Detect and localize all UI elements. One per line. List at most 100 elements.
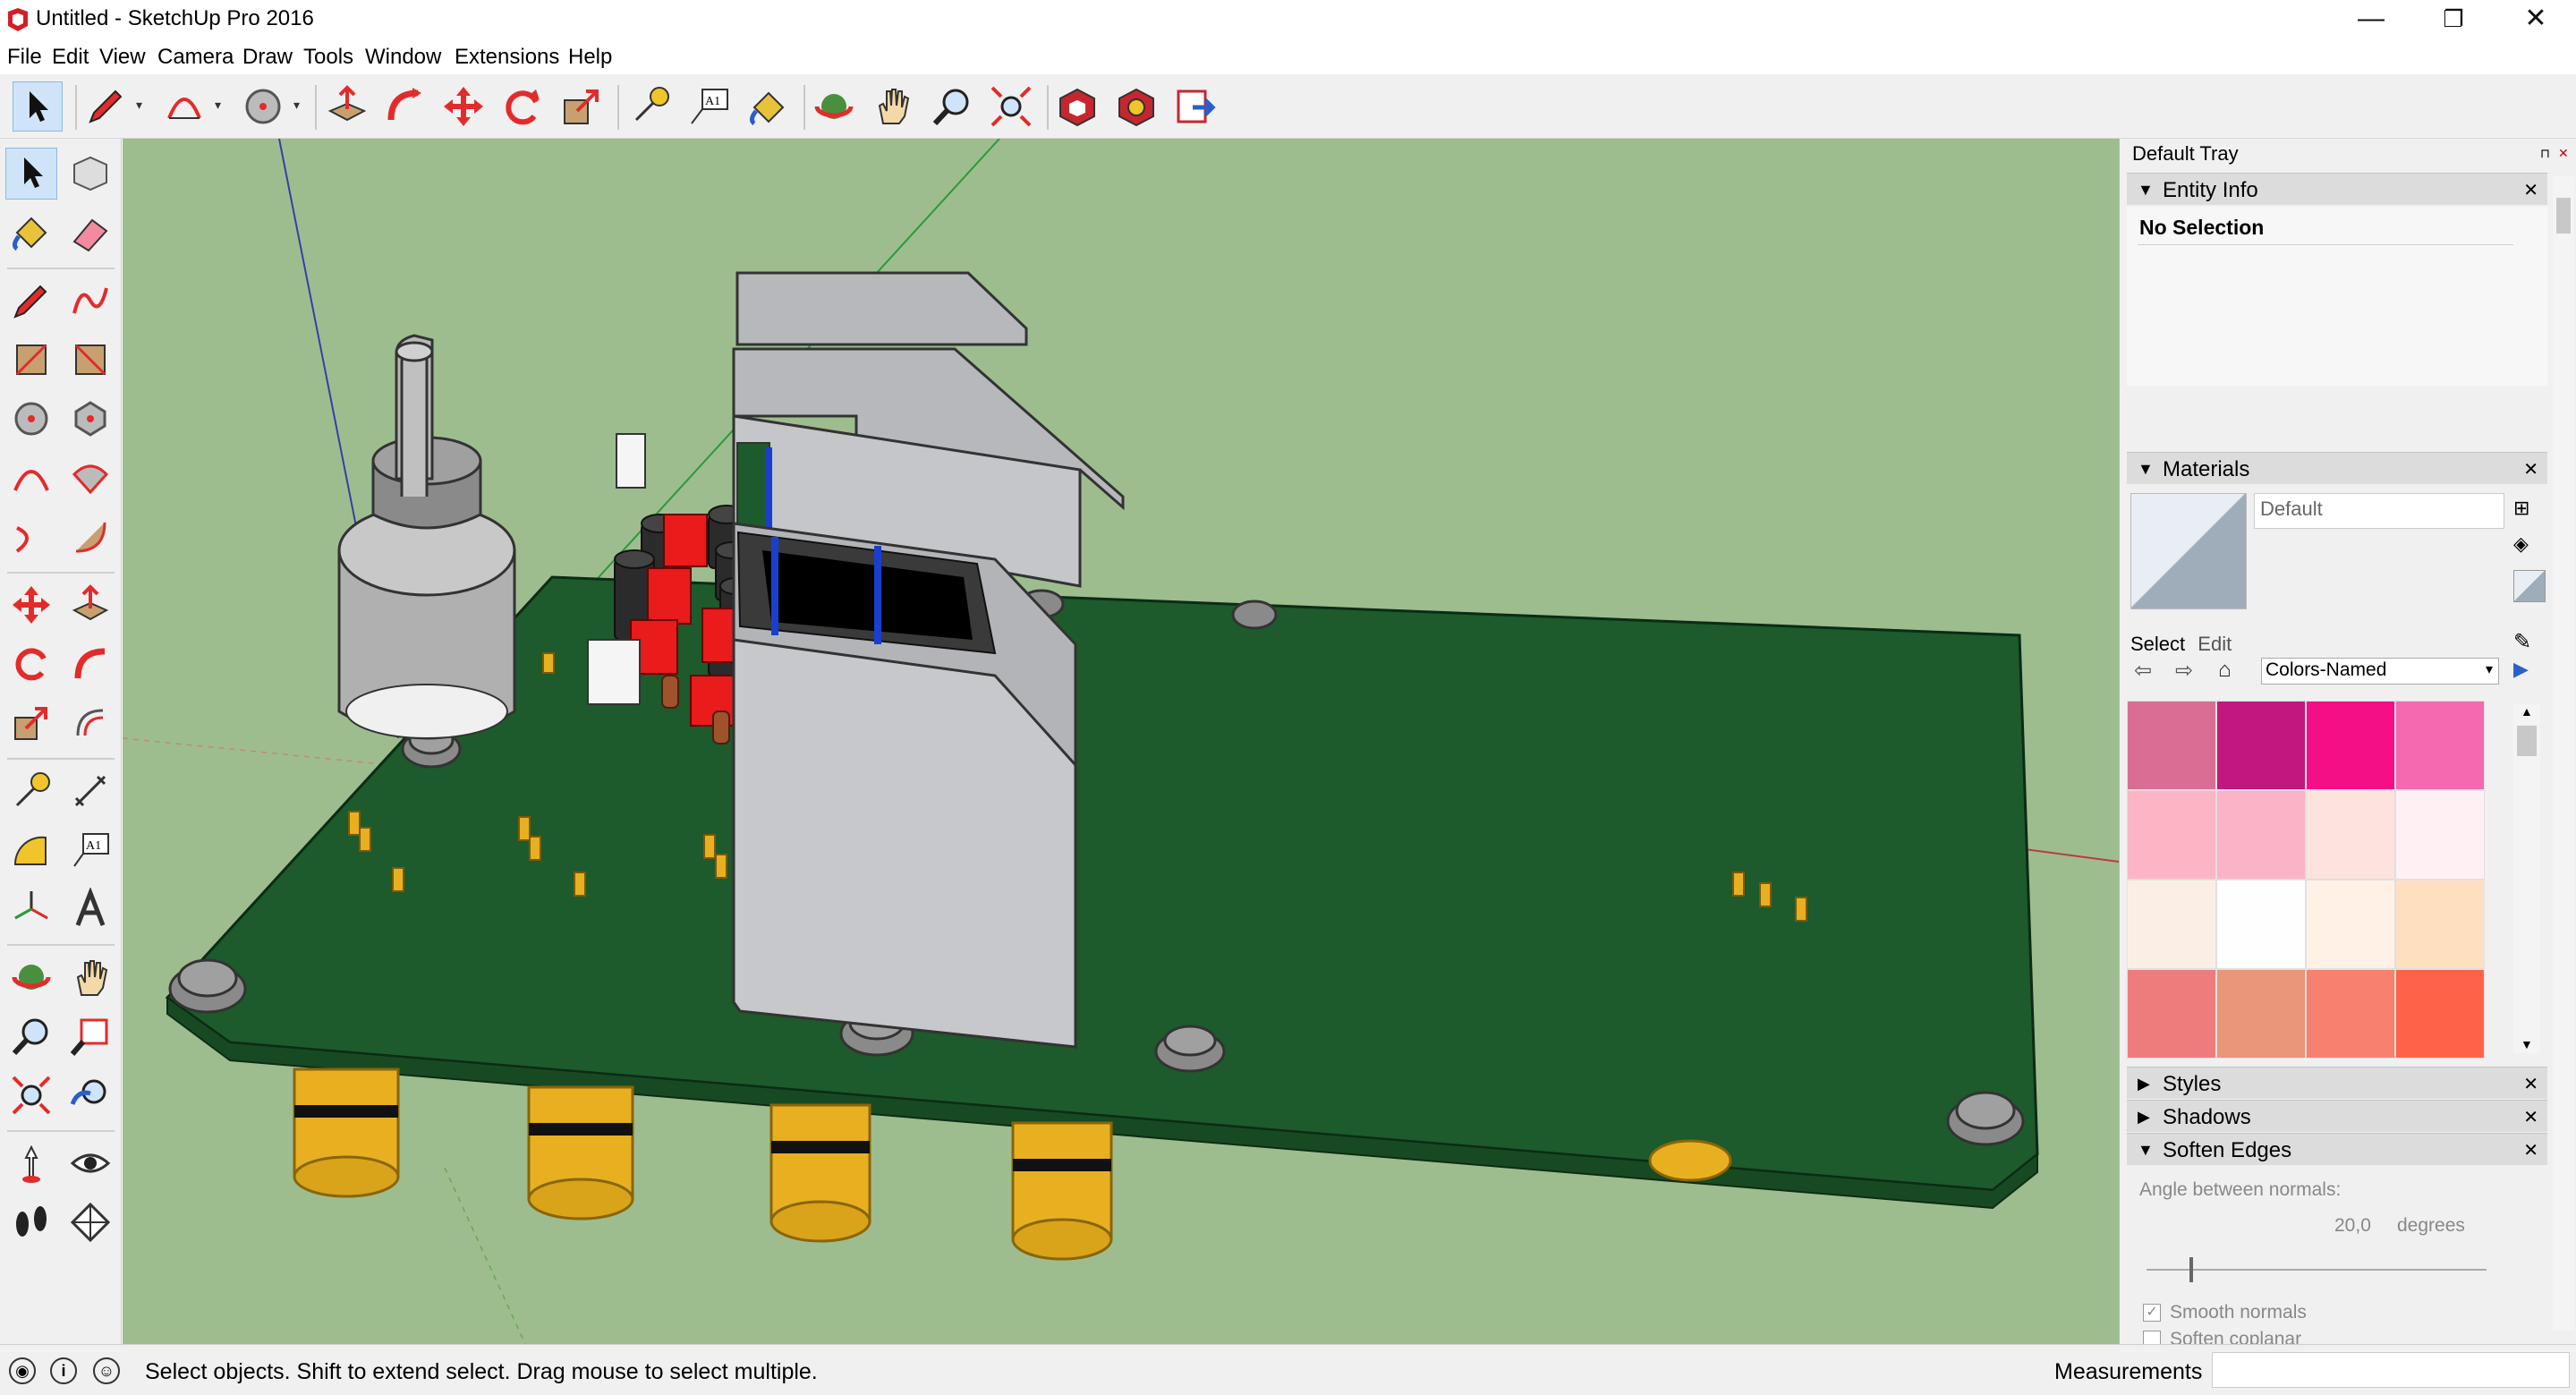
axes-tool-button[interactable] (5, 883, 57, 935)
measurements-input[interactable] (2212, 1352, 2570, 1388)
text-tool-button[interactable]: A1 (64, 824, 116, 876)
tape-measure-tool-button[interactable] (625, 81, 675, 132)
material-name-field[interactable]: Default (2254, 493, 2504, 529)
follow-me-tool-button[interactable] (379, 81, 429, 132)
material-swatch[interactable] (2216, 969, 2306, 1059)
geo-location-icon[interactable]: ◉ (9, 1357, 36, 1384)
home-icon[interactable]: ⌂ (2218, 658, 2232, 683)
select-tool-button[interactable] (13, 81, 63, 132)
text-tool-button[interactable]: A1 (684, 81, 734, 132)
extension-warehouse-button[interactable] (1111, 81, 1161, 132)
orbit-tool-button[interactable] (809, 81, 859, 132)
pencil-tool-button[interactable] (81, 81, 131, 132)
default-material-icon[interactable] (2513, 570, 2546, 602)
entity-info-header[interactable]: ▼ Entity Info ✕ (2127, 173, 2547, 205)
material-swatch[interactable] (2127, 701, 2216, 790)
material-swatch[interactable] (2395, 790, 2485, 880)
close-button[interactable]: ✕ (2495, 0, 2576, 40)
offset-tool-button[interactable] (64, 697, 116, 749)
forward-arrow-icon[interactable]: ⇨ (2175, 658, 2193, 684)
material-swatch[interactable] (2395, 701, 2485, 790)
three-point-arc-tool-button[interactable] (64, 511, 116, 563)
rotated-rectangle-tool-button[interactable] (64, 334, 116, 386)
material-swatch[interactable] (2127, 790, 2216, 880)
menu-extensions[interactable]: Extensions (455, 45, 559, 70)
circle-tool-button[interactable] (5, 393, 57, 445)
circle-dropdown-icon[interactable]: ▾ (293, 98, 300, 113)
previous-view-tool-button[interactable] (64, 1069, 116, 1121)
scale-tool-button[interactable] (5, 697, 57, 749)
create-material-icon[interactable]: ⊞ (2513, 497, 2540, 523)
tray-scroll-thumb[interactable] (2556, 198, 2571, 234)
walk-tool-button[interactable] (5, 1196, 57, 1248)
menu-view[interactable]: View (99, 45, 146, 70)
arc-tool-button[interactable] (159, 81, 209, 132)
material-swatch[interactable] (2127, 880, 2216, 969)
tape-measure-tool-button[interactable] (5, 765, 57, 817)
tab-edit[interactable]: Edit (2198, 633, 2232, 655)
materials-close-icon[interactable]: ✕ (2523, 458, 2538, 481)
menu-draw[interactable]: Draw (242, 45, 293, 70)
paint-bucket-tool-button[interactable] (5, 207, 57, 259)
zoom-extents-tool-button[interactable] (986, 81, 1036, 132)
zoom-tool-button[interactable] (927, 81, 977, 132)
3d-text-tool-button[interactable] (64, 883, 116, 935)
material-swatch[interactable] (2306, 790, 2395, 880)
make-component-tool-button[interactable] (64, 148, 116, 200)
move-tool-button[interactable] (438, 81, 489, 132)
material-swatch[interactable] (2306, 969, 2395, 1059)
pie-tool-button[interactable] (64, 452, 116, 504)
shadows-close-icon[interactable]: ✕ (2523, 1106, 2538, 1128)
material-swatch[interactable] (2306, 880, 2395, 969)
rotate-tool-button[interactable] (497, 81, 548, 132)
two-point-arc-tool-button[interactable] (5, 511, 57, 563)
scale-tool-button[interactable] (557, 81, 607, 132)
push-pull-tool-button[interactable] (64, 579, 116, 631)
soften-edges-header[interactable]: ▼ Soften Edges ✕ (2127, 1133, 2547, 1165)
eyedropper-icon[interactable]: ✎ (2513, 629, 2531, 655)
angle-slider-thumb[interactable] (2189, 1257, 2193, 1282)
minimize-button[interactable]: — (2330, 0, 2412, 40)
dimension-tool-button[interactable] (64, 765, 116, 817)
pencil-tool-button[interactable] (5, 275, 57, 327)
zoom-extents-tool-button[interactable] (5, 1069, 57, 1121)
material-swatch[interactable] (2216, 701, 2306, 790)
move-tool-button[interactable] (5, 579, 57, 631)
pan-tool-button[interactable] (868, 81, 918, 132)
material-swatch[interactable] (2127, 969, 2216, 1059)
protractor-tool-button[interactable] (5, 824, 57, 876)
polygon-tool-button[interactable] (64, 393, 116, 445)
tab-select[interactable]: Select (2130, 633, 2185, 655)
menu-camera[interactable]: Camera (157, 45, 234, 70)
arc-tool-button[interactable] (5, 452, 57, 504)
smooth-normals-checkbox[interactable]: ✓ (2143, 1304, 2161, 1322)
send-to-layout-button[interactable] (1170, 81, 1220, 132)
3d-viewport[interactable] (123, 139, 2119, 1344)
restore-button[interactable]: ❐ (2412, 0, 2495, 40)
details-arrow-icon[interactable]: ▶ (2513, 658, 2529, 681)
eraser-tool-button[interactable] (64, 207, 116, 259)
menu-window[interactable]: Window (365, 45, 441, 70)
menu-help[interactable]: Help (568, 45, 612, 70)
select-tool-button[interactable] (5, 148, 57, 200)
soften-edges-close-icon[interactable]: ✕ (2523, 1139, 2538, 1161)
material-swatch[interactable] (2306, 701, 2395, 790)
circle-tool-button[interactable] (238, 81, 288, 132)
scroll-down-icon[interactable]: ▼ (2521, 1037, 2533, 1051)
arc-dropdown-icon[interactable]: ▾ (215, 98, 221, 113)
push-pull-tool-button[interactable] (322, 81, 372, 132)
section-plane-tool-button[interactable] (64, 1196, 116, 1248)
swatch-scrollbar[interactable]: ▲ ▼ (2513, 704, 2540, 1053)
position-camera-tool-button[interactable] (5, 1137, 57, 1189)
3d-warehouse-button[interactable] (1052, 81, 1102, 132)
styles-close-icon[interactable]: ✕ (2523, 1073, 2538, 1095)
scroll-thumb[interactable] (2517, 726, 2537, 756)
rotate-tool-button[interactable] (5, 638, 57, 690)
collection-select[interactable]: Colors-Named ▾ (2261, 658, 2499, 685)
pencil-dropdown-icon[interactable]: ▾ (136, 98, 142, 113)
tray-pin-icon[interactable]: ⊓ (2540, 146, 2550, 161)
pan-tool-button[interactable] (64, 951, 116, 1003)
material-swatch[interactable] (2395, 880, 2485, 969)
entity-info-close-icon[interactable]: ✕ (2523, 179, 2538, 201)
freehand-tool-button[interactable] (64, 275, 116, 327)
